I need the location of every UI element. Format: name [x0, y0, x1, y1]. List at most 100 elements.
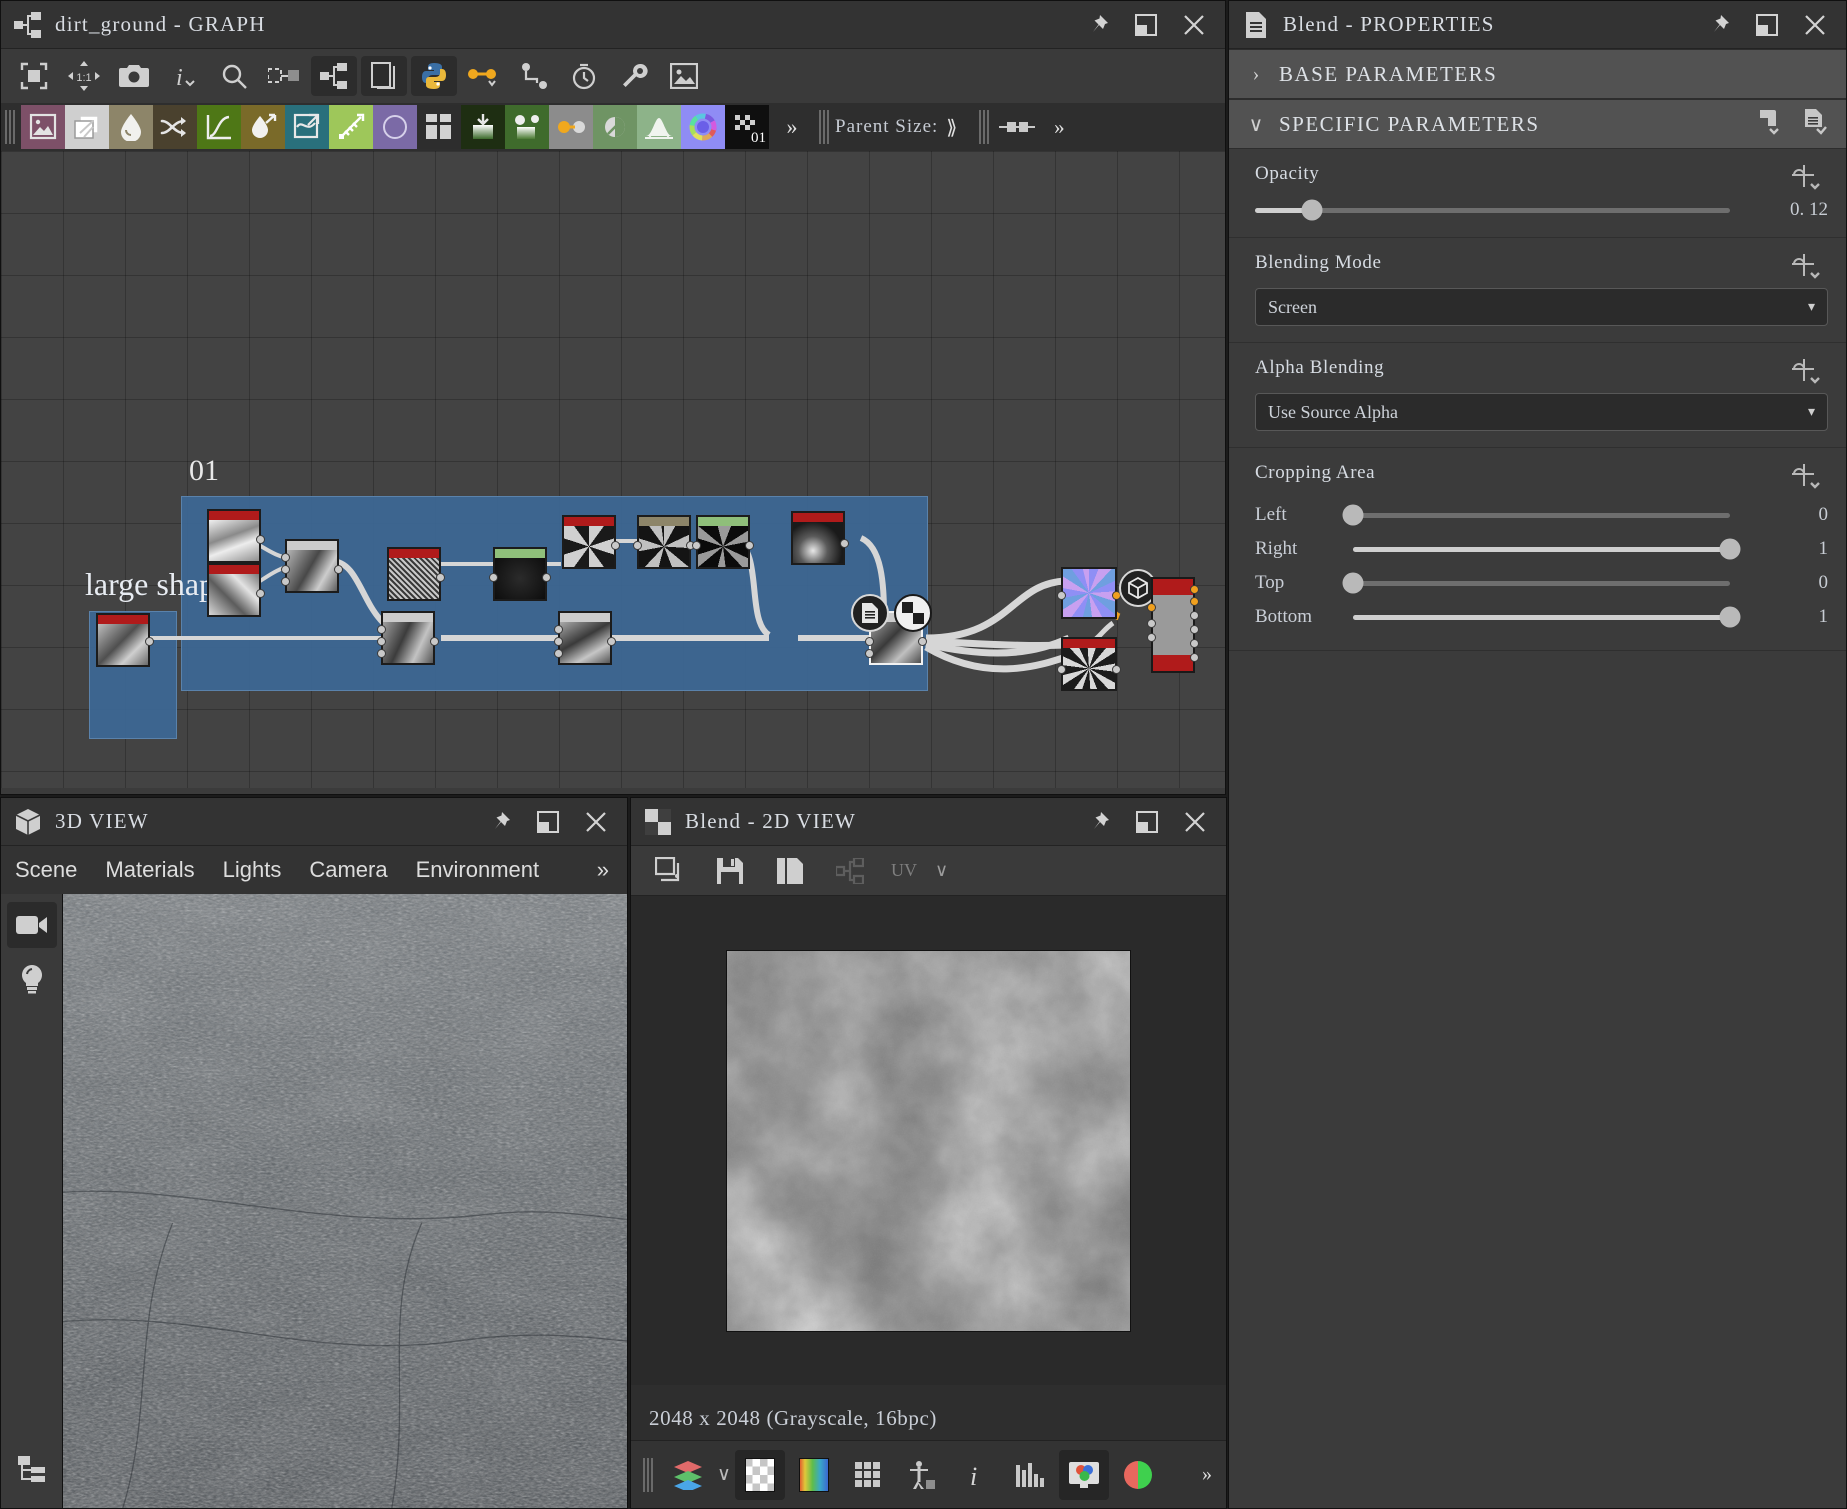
node-path-icon[interactable]	[511, 56, 557, 96]
function-icon[interactable]	[1790, 250, 1824, 289]
hierarchy-icon[interactable]	[7, 1446, 57, 1492]
splatter-icon[interactable]	[505, 105, 549, 149]
alpha-merge-icon[interactable]: 01	[725, 105, 769, 149]
gradient-icon[interactable]	[329, 105, 373, 149]
node-badge-document-icon[interactable]	[851, 594, 889, 632]
crop-bottom-row[interactable]: Bottom 1	[1255, 600, 1828, 634]
toolbar-grip[interactable]	[5, 110, 15, 144]
histogram-icon[interactable]	[1005, 1450, 1055, 1500]
color-wheel-icon[interactable]	[681, 105, 725, 149]
layers-icon[interactable]	[663, 1450, 713, 1500]
tab-camera[interactable]: Camera	[309, 857, 387, 883]
preset-save-icon[interactable]	[1756, 108, 1784, 141]
close-icon[interactable]	[583, 809, 609, 835]
graph-node-noise-b[interactable]	[207, 563, 265, 617]
crop-right-row[interactable]: Right 1	[1255, 532, 1828, 566]
scale-reference-icon[interactable]	[897, 1450, 947, 1500]
pin-icon[interactable]	[1706, 12, 1732, 38]
parent-size-chevron[interactable]: ⟫	[946, 115, 957, 140]
light-bulb-icon[interactable]	[7, 956, 57, 1002]
frame-all-icon[interactable]	[11, 56, 57, 96]
curve-icon[interactable]	[197, 105, 241, 149]
section-specific-parameters[interactable]: ∨ SPECIFIC PARAMETERS	[1229, 99, 1846, 149]
channel-split-icon[interactable]	[1113, 1450, 1163, 1500]
toolbar-grip-2[interactable]	[819, 110, 829, 144]
toolbar-grip[interactable]	[643, 1457, 653, 1492]
section-base-parameters[interactable]: › BASE PARAMETERS	[1229, 49, 1846, 99]
shape-icon[interactable]	[373, 105, 417, 149]
levels-icon[interactable]	[593, 105, 637, 149]
graph-node-blend-2[interactable]	[377, 611, 439, 665]
zoom-1-1-icon[interactable]: 1:1	[61, 56, 107, 96]
view2d-canvas[interactable]	[631, 896, 1226, 1385]
graph-node-levels-1[interactable]	[489, 547, 551, 601]
close-icon[interactable]	[1182, 809, 1208, 835]
tab-environment[interactable]: Environment	[416, 857, 540, 883]
blur-icon[interactable]	[109, 105, 153, 149]
camera-icon[interactable]	[111, 56, 157, 96]
toolbar-overflow-button-2[interactable]: »	[1039, 115, 1079, 140]
graph-node-noise-a[interactable]	[207, 509, 265, 563]
graph-icon[interactable]	[825, 846, 875, 896]
view3d-render[interactable]	[63, 894, 627, 1508]
maximize-icon[interactable]	[1134, 809, 1160, 835]
maximize-icon[interactable]	[1754, 12, 1780, 38]
bottom-overflow-button[interactable]: »	[1202, 1463, 1226, 1486]
graph-node-grain[interactable]	[1057, 637, 1121, 691]
alpha-blending-select[interactable]: Use Source Alpha ▾	[1255, 393, 1828, 431]
graph-node-blur-1[interactable]	[387, 547, 445, 601]
shuffle-icon[interactable]	[153, 105, 197, 149]
toolbar-grip-3[interactable]	[979, 110, 990, 144]
function-icon[interactable]	[1790, 355, 1824, 394]
graph-node-input[interactable]	[96, 613, 154, 667]
graph-node-output[interactable]	[1147, 577, 1199, 673]
graph-node-levels-2[interactable]	[692, 515, 754, 569]
gradient-map-icon[interactable]	[461, 105, 505, 149]
close-icon[interactable]	[1802, 12, 1828, 38]
tab-lights[interactable]: Lights	[223, 857, 282, 883]
camera-icon[interactable]	[6, 902, 57, 948]
color-spectrum-icon[interactable]	[789, 1450, 839, 1500]
graph-node-blend-1[interactable]	[281, 539, 343, 593]
tab-scene[interactable]: Scene	[15, 857, 77, 883]
wrench-icon[interactable]	[611, 56, 657, 96]
graph-node-warp-1[interactable]	[633, 515, 695, 569]
tabs-overflow-button[interactable]: »	[597, 857, 627, 883]
copy-view-icon[interactable]	[645, 846, 695, 896]
histogram-icon[interactable]	[637, 105, 681, 149]
maximize-icon[interactable]	[1133, 12, 1159, 38]
node-align-icon[interactable]	[261, 56, 307, 96]
tile-generator-icon[interactable]	[417, 105, 461, 149]
graph-canvas[interactable]: 01 large shapes	[1, 151, 1225, 788]
timer-icon[interactable]	[561, 56, 607, 96]
preset-load-icon[interactable]	[1802, 108, 1830, 141]
warp-icon[interactable]	[285, 105, 329, 149]
node-connect-icon[interactable]	[995, 105, 1039, 149]
pin-icon[interactable]	[1085, 12, 1111, 38]
graph-node-blend-3[interactable]	[554, 611, 616, 665]
graph-view-icon[interactable]	[311, 56, 357, 96]
tiling-grid-icon[interactable]	[843, 1450, 893, 1500]
display-color-icon[interactable]	[1058, 1449, 1109, 1500]
duplicate-icon[interactable]	[765, 846, 815, 896]
function-icon[interactable]	[1790, 161, 1824, 200]
value-processor-icon[interactable]	[549, 105, 593, 149]
chevron-down-icon[interactable]: ∨	[717, 1463, 731, 1486]
pin-icon[interactable]	[487, 809, 513, 835]
uv-label[interactable]: UV	[891, 860, 917, 881]
blend-icon[interactable]	[65, 105, 109, 149]
link-dot-icon[interactable]	[461, 56, 507, 96]
opacity-slider[interactable]: 0. 12	[1255, 199, 1828, 221]
save-icon[interactable]	[705, 846, 755, 896]
info-icon[interactable]: i	[951, 1450, 1001, 1500]
tab-materials[interactable]: Materials	[105, 857, 194, 883]
bitmap-icon[interactable]	[21, 105, 65, 149]
close-icon[interactable]	[1181, 12, 1207, 38]
image-preview-icon[interactable]	[661, 56, 707, 96]
graph-node-noise-d[interactable]	[791, 511, 849, 565]
chevron-down-icon[interactable]: ∨	[935, 860, 948, 881]
layers-icon[interactable]	[361, 56, 407, 96]
function-icon[interactable]	[1790, 460, 1824, 499]
pin-icon[interactable]	[1086, 809, 1112, 835]
graph-node-normal[interactable]	[1057, 567, 1121, 619]
